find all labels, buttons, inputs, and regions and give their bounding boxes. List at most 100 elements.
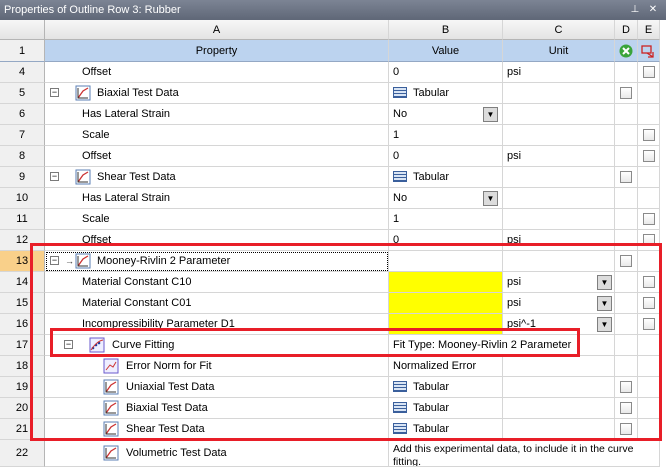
window-title: Properties of Outline Row 3: Rubber (4, 4, 181, 16)
property-label: Offset (82, 234, 112, 246)
table-row[interactable]: 20 Biaxial Test Data Tabular (0, 398, 666, 419)
table-row[interactable]: 7 Scale 1 (0, 125, 666, 146)
parameter-checkbox[interactable] (643, 318, 655, 330)
table-row[interactable]: 21 Shear Test Data Tabular (0, 419, 666, 440)
table-row[interactable]: 12 Offset 0 psi (0, 230, 666, 251)
parameter-checkbox[interactable] (643, 66, 655, 78)
value-cell: 0 (393, 66, 400, 78)
column-letter-c[interactable]: C (503, 20, 615, 40)
table-icon (393, 86, 407, 98)
value-dropdown: No (393, 192, 408, 204)
column-header-property[interactable]: Property (45, 40, 389, 62)
collapse-icon[interactable]: − (50, 88, 59, 97)
value-input[interactable] (389, 272, 503, 293)
suppress-checkbox[interactable] (620, 423, 632, 435)
unit-dropdown: psi (507, 276, 522, 288)
value-input[interactable] (389, 314, 503, 335)
table-row[interactable]: 9 − Shear Test Data Tabular (0, 167, 666, 188)
pin-icon[interactable]: ⊥ (628, 3, 642, 17)
collapse-icon[interactable]: − (50, 172, 59, 181)
property-label: Curve Fitting (112, 339, 175, 351)
row-number: 12 (0, 230, 45, 251)
table-row[interactable]: 11 Scale 1 (0, 209, 666, 230)
unit-dropdown: psi^-1 (507, 318, 537, 330)
unit-cell: psi (507, 150, 522, 162)
collapse-icon[interactable]: − (50, 256, 59, 265)
property-label: Biaxial Test Data (97, 87, 179, 99)
table-row[interactable]: 17 − Curve Fitting Fit Type: Mooney-Rivl… (0, 335, 666, 356)
suppress-checkbox[interactable] (620, 255, 632, 267)
property-label: Material Constant C01 (82, 297, 192, 309)
dropdown-arrow-icon[interactable]: ▼ (483, 191, 498, 206)
value-cell: Tabular (413, 402, 450, 414)
suppress-checkbox[interactable] (620, 87, 632, 99)
dropdown-arrow-icon[interactable]: ▼ (597, 317, 612, 332)
dropdown-arrow-icon[interactable]: ▼ (483, 107, 498, 122)
column-header-unit[interactable]: Unit (503, 40, 615, 62)
property-label: Offset (82, 150, 112, 162)
column-header-value[interactable]: Value (389, 40, 503, 62)
dropdown-arrow-icon[interactable]: ▼ (597, 296, 612, 311)
table-icon (393, 170, 407, 182)
table-row[interactable]: 10 Has Lateral Strain No ▼ (0, 188, 666, 209)
test-data-icon (75, 169, 91, 185)
parameter-checkbox[interactable] (643, 276, 655, 288)
row-number: 5 (0, 83, 45, 104)
suppress-header[interactable] (615, 40, 638, 62)
close-icon[interactable]: ✕ (646, 3, 660, 17)
parameterize-header[interactable] (638, 40, 660, 62)
table-row[interactable]: 8 Offset 0 psi (0, 146, 666, 167)
parameter-checkbox[interactable] (643, 234, 655, 246)
table-icon (393, 380, 407, 392)
row-number: 19 (0, 377, 45, 398)
table-row[interactable]: 15 Material Constant C01 psi ▼ (0, 293, 666, 314)
collapse-icon[interactable]: − (64, 340, 73, 349)
property-label: Incompressibility Parameter D1 (82, 318, 235, 330)
table-row[interactable]: 4 Offset 0 psi (0, 62, 666, 83)
table-row[interactable]: 14 Material Constant C10 psi ▼ (0, 272, 666, 293)
row-number: 17 (0, 335, 45, 356)
row-number: 10 (0, 188, 45, 209)
error-norm-icon (103, 358, 119, 374)
property-label: Error Norm for Fit (126, 360, 212, 372)
table-icon (393, 422, 407, 434)
value-cell: 1 (393, 129, 400, 141)
column-letter-d[interactable]: D (615, 20, 638, 40)
row-number: 8 (0, 146, 45, 167)
table-row[interactable]: 19 Uniaxial Test Data Tabular (0, 377, 666, 398)
value-cell: Tabular (413, 87, 450, 99)
value-cell: Tabular (413, 423, 450, 435)
column-letter-row: A B C D E (0, 20, 666, 41)
value-cell: Tabular (413, 381, 450, 393)
dropdown-arrow-icon[interactable]: ▼ (597, 275, 612, 290)
table-row[interactable]: 22 Volumetric Test Data Add this experim… (0, 440, 666, 467)
table-row[interactable]: 18 Error Norm for Fit Normalized Error (0, 356, 666, 377)
table-row[interactable]: 16 Incompressibility Parameter D1 psi^-1… (0, 314, 666, 335)
property-label: Offset (82, 66, 112, 78)
column-letter-a[interactable]: A (45, 20, 389, 40)
column-letter-b[interactable]: B (389, 20, 503, 40)
row-number: 15 (0, 293, 45, 314)
parameter-checkbox[interactable] (643, 129, 655, 141)
property-label: Scale (82, 213, 110, 225)
suppress-checkbox[interactable] (620, 171, 632, 183)
parameter-checkbox[interactable] (643, 297, 655, 309)
test-data-icon (103, 400, 119, 416)
table-row[interactable]: 6 Has Lateral Strain No ▼ (0, 104, 666, 125)
column-name-row: 1 Property Value Unit (0, 40, 666, 62)
row-number: 9 (0, 167, 45, 188)
value-input[interactable] (389, 293, 503, 314)
suppress-checkbox[interactable] (620, 402, 632, 414)
link-arrow-icon: → (65, 256, 74, 266)
table-row[interactable]: 5 − Biaxial Test Data Tabular (0, 83, 666, 104)
unit-cell: psi (507, 234, 522, 246)
value-dropdown: Normalized Error (393, 360, 477, 372)
parameter-checkbox[interactable] (643, 213, 655, 225)
parameter-checkbox[interactable] (643, 150, 655, 162)
value-cell: 1 (393, 213, 400, 225)
hint-text: Add this experimental data, to include i… (389, 440, 660, 467)
row-number: 6 (0, 104, 45, 125)
column-letter-e[interactable]: E (638, 20, 660, 40)
table-row-selected[interactable]: 13 − → Mooney-Rivlin 2 Parameter (0, 251, 666, 272)
suppress-checkbox[interactable] (620, 381, 632, 393)
